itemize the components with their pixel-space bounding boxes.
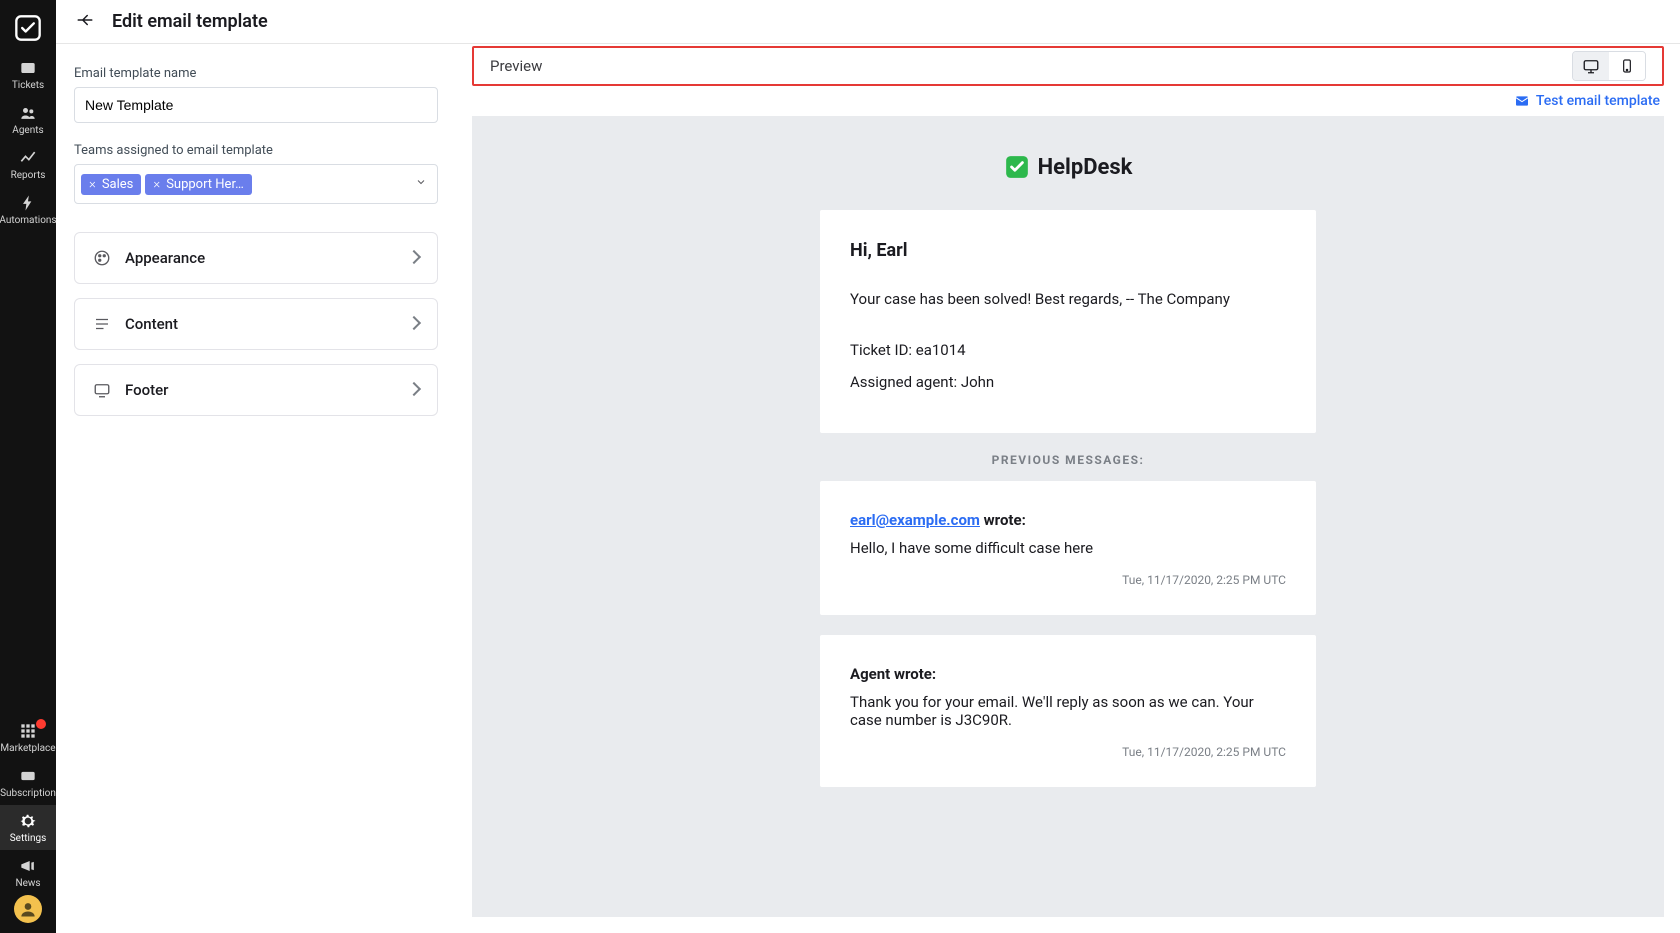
section-footer[interactable]: Footer	[74, 364, 438, 416]
sidebar-item-label: Settings	[10, 833, 47, 844]
team-chip: × Support Her…	[145, 174, 251, 195]
topbar: Edit email template	[56, 0, 1680, 44]
sidebar-item-label: News	[15, 878, 40, 889]
mail-icon	[1514, 93, 1530, 109]
card-icon	[18, 766, 38, 786]
chevron-right-icon	[409, 316, 419, 332]
section-label: Footer	[125, 381, 395, 399]
template-name-label: Email template name	[74, 66, 438, 81]
sidebar: Tickets Agents Reports Automations Marke…	[0, 0, 56, 933]
preview-actions: Test email template	[472, 86, 1664, 116]
section-content[interactable]: Content	[74, 298, 438, 350]
sidebar-item-label: Subscription	[0, 788, 56, 799]
checkbox-check-icon	[14, 14, 42, 42]
desktop-icon	[1582, 57, 1600, 75]
template-name-input[interactable]	[74, 87, 438, 123]
pm-body: Hello, I have some difficult case here	[850, 539, 1286, 557]
form-panel: Email template name Teams assigned to em…	[56, 44, 456, 933]
page-title: Edit email template	[112, 11, 268, 32]
preview-ticket-id: Ticket ID: ea1014	[850, 341, 1286, 359]
sidebar-item-automations[interactable]: Automations	[0, 187, 56, 232]
grid-icon	[18, 721, 38, 741]
person-icon	[18, 899, 38, 919]
ticket-icon	[18, 58, 38, 78]
main-area: Edit email template Email template name …	[56, 0, 1680, 933]
chip-label: Support Her…	[166, 177, 244, 192]
preview-body-text: Your case has been solved! Best regards,…	[850, 289, 1286, 311]
chip-remove-icon[interactable]: ×	[153, 177, 160, 192]
chip-remove-icon[interactable]: ×	[89, 177, 96, 192]
section-label: Appearance	[125, 249, 395, 267]
chevron-right-icon	[409, 250, 419, 266]
test-email-link[interactable]: Test email template	[1514, 93, 1660, 109]
preview-panel: Preview Test email template	[456, 44, 1680, 933]
chart-line-icon	[18, 148, 38, 168]
arrow-left-icon	[76, 11, 94, 29]
content: Email template name Teams assigned to em…	[56, 44, 1680, 933]
pm-body: Thank you for your email. We'll reply as…	[850, 693, 1286, 729]
chip-label: Sales	[102, 177, 134, 192]
sidebar-item-subscription[interactable]: Subscription	[0, 760, 56, 805]
sidebar-item-agents[interactable]: Agents	[0, 97, 56, 142]
brand-name: HelpDesk	[1038, 155, 1133, 180]
sidebar-item-marketplace[interactable]: Marketplace	[0, 715, 56, 760]
megaphone-icon	[18, 856, 38, 876]
mobile-icon	[1619, 58, 1635, 74]
pm-time: Tue, 11/17/2020, 2:25 PM UTC	[850, 573, 1286, 587]
monitor-icon	[93, 381, 111, 399]
notification-badge	[36, 719, 46, 729]
team-chip: × Sales	[81, 174, 141, 195]
back-button[interactable]	[72, 7, 98, 36]
pm-author-link[interactable]: earl@example.com	[850, 511, 980, 529]
test-email-label: Test email template	[1536, 93, 1660, 109]
user-avatar[interactable]	[14, 895, 42, 923]
pm-time: Tue, 11/17/2020, 2:25 PM UTC	[850, 745, 1286, 759]
sidebar-item-reports[interactable]: Reports	[0, 142, 56, 187]
teams-label: Teams assigned to email template	[74, 143, 438, 158]
preview-header-highlight: Preview	[472, 46, 1664, 86]
sidebar-item-tickets[interactable]: Tickets	[0, 52, 56, 97]
sidebar-item-label: Automations	[0, 215, 57, 226]
sidebar-item-label: Tickets	[12, 80, 44, 91]
preview-greeting: Hi, Earl	[850, 240, 1286, 261]
bolt-icon	[18, 193, 38, 213]
previous-message-card: Agent wrote: Thank you for your email. W…	[820, 635, 1316, 787]
preview-message-card: Hi, Earl Your case has been solved! Best…	[820, 210, 1316, 433]
pm-author: earl@example.com wrote:	[850, 511, 1286, 529]
preview-assigned-agent: Assigned agent: John	[850, 373, 1286, 391]
brand-row: HelpDesk	[484, 154, 1652, 180]
palette-icon	[93, 249, 111, 267]
list-icon	[93, 315, 111, 333]
helpdesk-logo-icon	[1004, 154, 1030, 180]
sidebar-item-settings[interactable]: Settings	[0, 805, 56, 850]
preview-title: Preview	[490, 57, 542, 75]
chevron-down-icon[interactable]	[415, 176, 427, 192]
chevron-right-icon	[409, 382, 419, 398]
sidebar-item-label: Agents	[12, 125, 43, 136]
previous-messages-label: PREVIOUS MESSAGES:	[484, 453, 1652, 467]
sidebar-item-label: Reports	[11, 170, 46, 181]
app-logo	[14, 14, 42, 42]
pm-author-suffix: wrote:	[980, 511, 1026, 529]
sidebar-item-label: Marketplace	[0, 743, 55, 754]
pm-author: Agent wrote:	[850, 665, 1286, 683]
teams-multiselect[interactable]: × Sales × Support Her…	[74, 164, 438, 204]
section-appearance[interactable]: Appearance	[74, 232, 438, 284]
sidebar-item-news[interactable]: News	[0, 850, 56, 895]
mobile-preview-button[interactable]	[1609, 52, 1645, 80]
preview-body: HelpDesk Hi, Earl Your case has been sol…	[472, 116, 1664, 917]
section-label: Content	[125, 315, 395, 333]
device-toggle	[1572, 51, 1646, 81]
gear-icon	[18, 811, 38, 831]
previous-message-card: earl@example.com wrote: Hello, I have so…	[820, 481, 1316, 615]
desktop-preview-button[interactable]	[1573, 52, 1609, 80]
agents-icon	[18, 103, 38, 123]
